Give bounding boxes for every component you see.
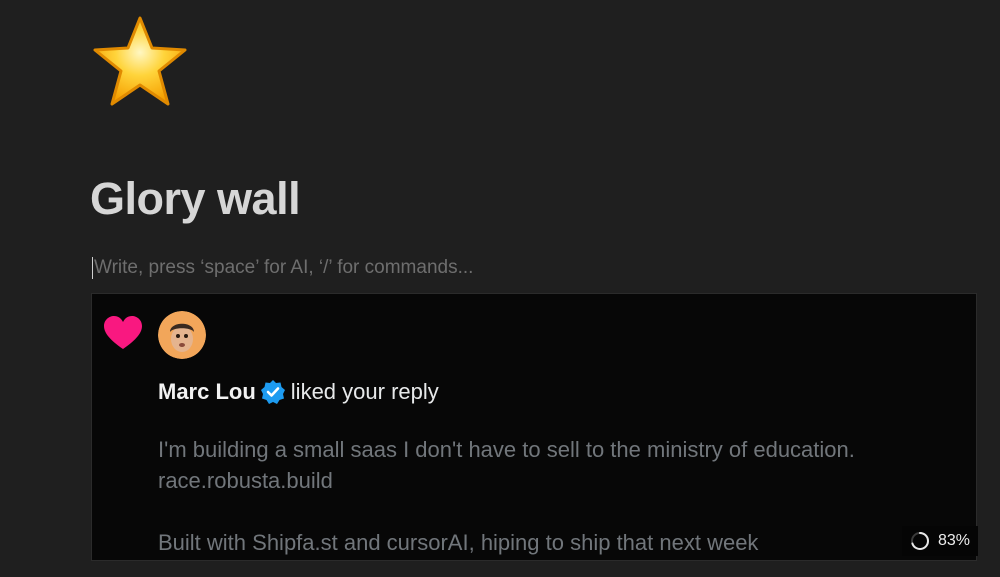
page-title[interactable]: Glory wall: [90, 172, 301, 226]
reply-line: I'm building a small saas I don't have t…: [158, 437, 855, 462]
text-caret: [92, 257, 93, 279]
zoom-indicator[interactable]: 83%: [902, 526, 978, 556]
editor-placeholder: Write, press ‘space’ for AI, ‘/’ for com…: [94, 257, 474, 278]
notification-line: Marc Lou liked your reply: [158, 379, 439, 405]
reply-link[interactable]: race.robusta.build: [158, 465, 958, 496]
reply-line: Built with Shipfa.st and cursorAI, hipin…: [158, 530, 759, 555]
star-page-icon[interactable]: [90, 14, 190, 110]
tweet-notification-embed[interactable]: Marc Lou liked your reply I'm building a…: [91, 293, 977, 561]
notification-action: liked your reply: [290, 379, 439, 404]
editor-input[interactable]: Write, press ‘space’ for AI, ‘/’ for com…: [92, 254, 692, 282]
user-name[interactable]: Marc Lou: [158, 379, 256, 405]
heart-icon: [103, 314, 143, 354]
loading-spinner-icon: [910, 531, 930, 551]
reply-text: I'm building a small saas I don't have t…: [158, 434, 958, 558]
zoom-label: 83%: [937, 532, 971, 549]
verified-badge-icon: [260, 379, 286, 405]
user-avatar[interactable]: [158, 311, 206, 359]
reply-blank-line: [158, 496, 958, 527]
